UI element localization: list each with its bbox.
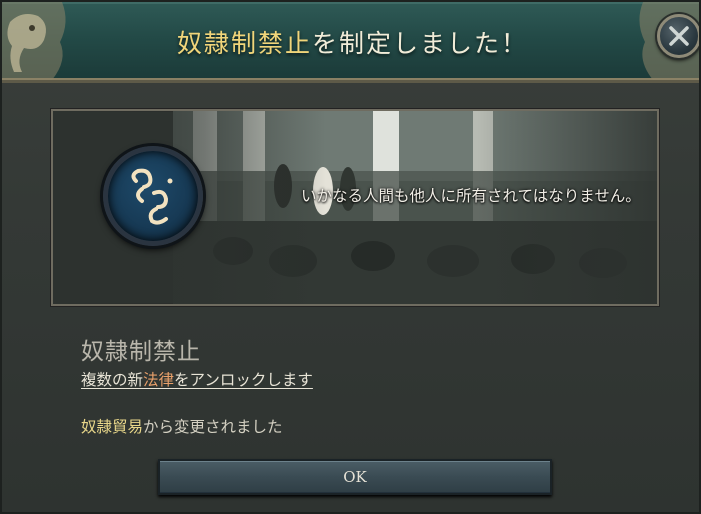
changed-from-text: 奴隷貿易から変更されました (81, 415, 283, 437)
unlock-prefix: 複数の新 (81, 371, 144, 389)
elephant-ornament-icon (2, 2, 66, 80)
unlock-suffix: をアンロックします (174, 371, 313, 389)
previous-law-link[interactable]: 奴隷貿易 (81, 418, 143, 436)
ok-button[interactable]: OK (158, 459, 552, 495)
law-name: 奴隷制禁止 (81, 339, 201, 365)
close-icon (669, 26, 689, 46)
title-law-name: 奴隷制禁止 (176, 29, 312, 58)
laws-link[interactable]: 法律 (143, 371, 174, 389)
law-medallion (103, 146, 203, 246)
broken-chain-icon (131, 168, 173, 225)
unlock-laws-text[interactable]: 複数の新法律をアンロックします (81, 368, 313, 390)
event-image-panel: いかなる人間も他人に所有されてはなりません。 (51, 109, 659, 306)
law-enacted-dialog: 奴隷制禁止を制定しました！ いかなる人間も他人に所有されてはなりません。 奴隷制… (0, 0, 701, 514)
dialog-header: 奴隷制禁止を制定しました！ (2, 2, 699, 83)
close-button[interactable] (657, 14, 699, 58)
title-rest: を制定しました！ (312, 29, 529, 58)
changed-from-suffix: から変更されました (143, 418, 283, 436)
dialog-title: 奴隷制禁止を制定しました！ (92, 24, 613, 60)
event-quote: いかなる人間も他人に所有されてはなりません。 (301, 187, 641, 205)
